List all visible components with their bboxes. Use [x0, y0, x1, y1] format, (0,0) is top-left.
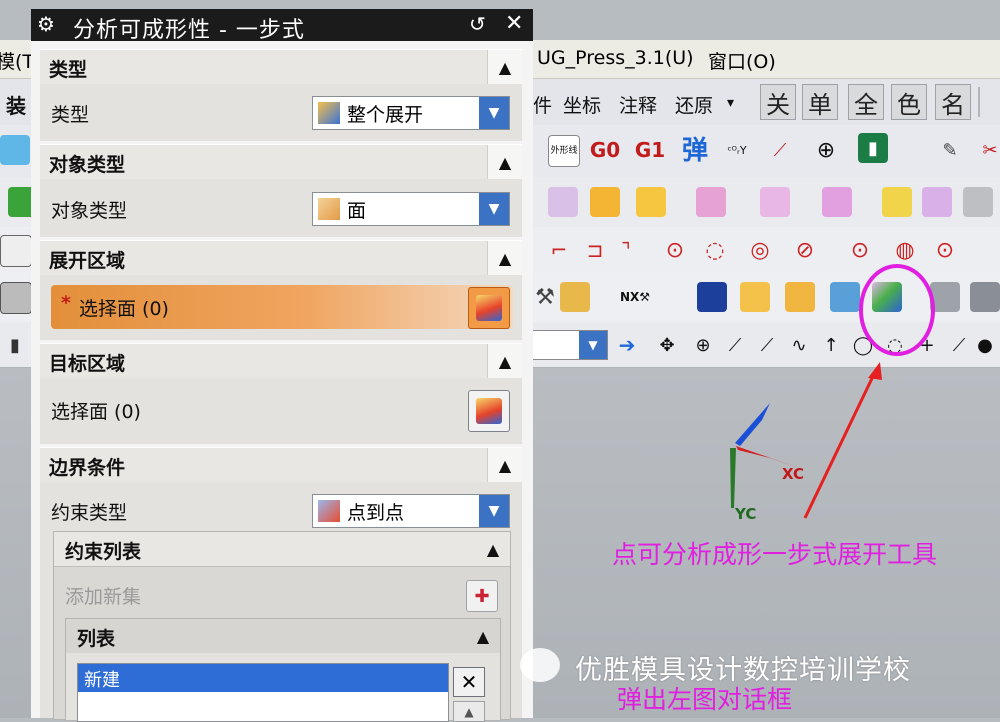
- select-face-button[interactable]: [468, 287, 510, 329]
- dialog-title-bar[interactable]: ⚙ 分析可成形性 - 一步式 ↺ ✕: [31, 9, 533, 43]
- face-icon: [318, 198, 340, 220]
- chevron-up-icon[interactable]: ▲: [487, 50, 522, 84]
- chevron-up-icon[interactable]: ▲: [466, 619, 500, 653]
- reset-icon[interactable]: ↺: [469, 12, 486, 36]
- section-title-object-type: 对象类型: [49, 154, 126, 176]
- section-title-target-region: 目标区域: [49, 353, 126, 375]
- close-icon[interactable]: ✕: [505, 11, 523, 36]
- annotation-callout-2: 弹出左图对话框: [617, 685, 793, 714]
- type-dropdown-value: 整个展开: [347, 104, 424, 126]
- list-item[interactable]: 新建: [78, 664, 448, 692]
- type-label: 类型: [51, 104, 90, 126]
- unfold-face-select-label: 选择面 (0): [79, 298, 169, 320]
- face-select-icon: [476, 398, 502, 424]
- constraint-type-dropdown-value: 点到点: [347, 502, 405, 524]
- dialog-title: 分析可成形性 - 一步式: [73, 18, 305, 43]
- section-title-boundary: 边界条件: [49, 457, 126, 479]
- required-mark: *: [61, 292, 71, 314]
- annotation-arrow: [803, 369, 878, 519]
- chevron-down-icon: ▼: [479, 97, 509, 129]
- arrow-head: [868, 362, 882, 380]
- select-target-face-button[interactable]: [468, 390, 510, 432]
- constraint-list-panel: 约束列表 ▲ 添加新集 ✚ 列表 ▲ 新建 ✕ ▲: [53, 531, 511, 722]
- section-header-boundary[interactable]: 边界条件 ▲: [40, 447, 522, 483]
- section-header-target-region[interactable]: 目标区域 ▲: [40, 343, 522, 379]
- chevron-up-icon[interactable]: ▲: [487, 241, 522, 275]
- list-title: 列表: [77, 628, 116, 650]
- section-header-object-type[interactable]: 对象类型 ▲: [40, 144, 522, 180]
- point-to-point-icon: [318, 500, 340, 522]
- chevron-up-icon[interactable]: ▲: [476, 532, 510, 566]
- list-header[interactable]: 列表 ▲: [66, 619, 500, 653]
- object-type-dropdown-value: 面: [347, 200, 367, 222]
- annotation-callout: 点可分析成形一步式展开工具: [612, 540, 938, 569]
- delete-item-button[interactable]: ✕: [453, 667, 485, 697]
- constraint-type-label: 约束类型: [51, 502, 128, 524]
- chevron-up-icon[interactable]: ▲: [487, 344, 522, 378]
- constraint-list-header[interactable]: 约束列表 ▲: [54, 532, 510, 567]
- object-type-dropdown[interactable]: 面 ▼: [312, 192, 510, 226]
- section-body-target-region: 选择面 (0): [40, 378, 522, 444]
- section-title-type: 类型: [49, 59, 88, 81]
- section-header-unfold-region[interactable]: 展开区域 ▲: [40, 240, 522, 276]
- section-title-unfold-region: 展开区域: [49, 250, 126, 272]
- section-body-type: 类型 整个展开 ▼: [40, 84, 522, 141]
- chevron-down-icon: ▼: [479, 193, 509, 225]
- chevron-up-icon[interactable]: ▲: [487, 448, 522, 482]
- constraint-list-box[interactable]: 新建: [77, 663, 449, 722]
- gear-icon[interactable]: ⚙: [37, 12, 55, 36]
- list-subpanel: 列表 ▲ 新建 ✕ ▲: [65, 618, 501, 722]
- chevron-up-icon[interactable]: ▲: [487, 145, 522, 179]
- constraint-type-dropdown[interactable]: 点到点 ▼: [312, 494, 510, 528]
- section-header-type[interactable]: 类型 ▲: [40, 49, 522, 85]
- target-face-select-label[interactable]: 选择面 (0): [51, 397, 141, 424]
- wechat-icon: [520, 648, 560, 682]
- type-dropdown[interactable]: 整个展开 ▼: [312, 96, 510, 130]
- list-item-label: 新建: [84, 670, 120, 691]
- unfold-face-selector[interactable]: * 选择面 (0): [51, 285, 513, 329]
- chevron-down-icon: ▼: [479, 495, 509, 527]
- move-up-button[interactable]: ▲: [453, 701, 485, 722]
- add-new-set-button[interactable]: ✚: [466, 580, 498, 612]
- object-type-label: 对象类型: [51, 200, 128, 222]
- add-new-set-label: 添加新集: [65, 586, 142, 608]
- section-body-object-type: 对象类型 面 ▼: [40, 179, 522, 237]
- face-select-icon: [476, 295, 502, 321]
- constraint-list-title: 约束列表: [65, 541, 142, 563]
- unfold-icon: [318, 102, 340, 124]
- highlight-circle: [859, 264, 935, 356]
